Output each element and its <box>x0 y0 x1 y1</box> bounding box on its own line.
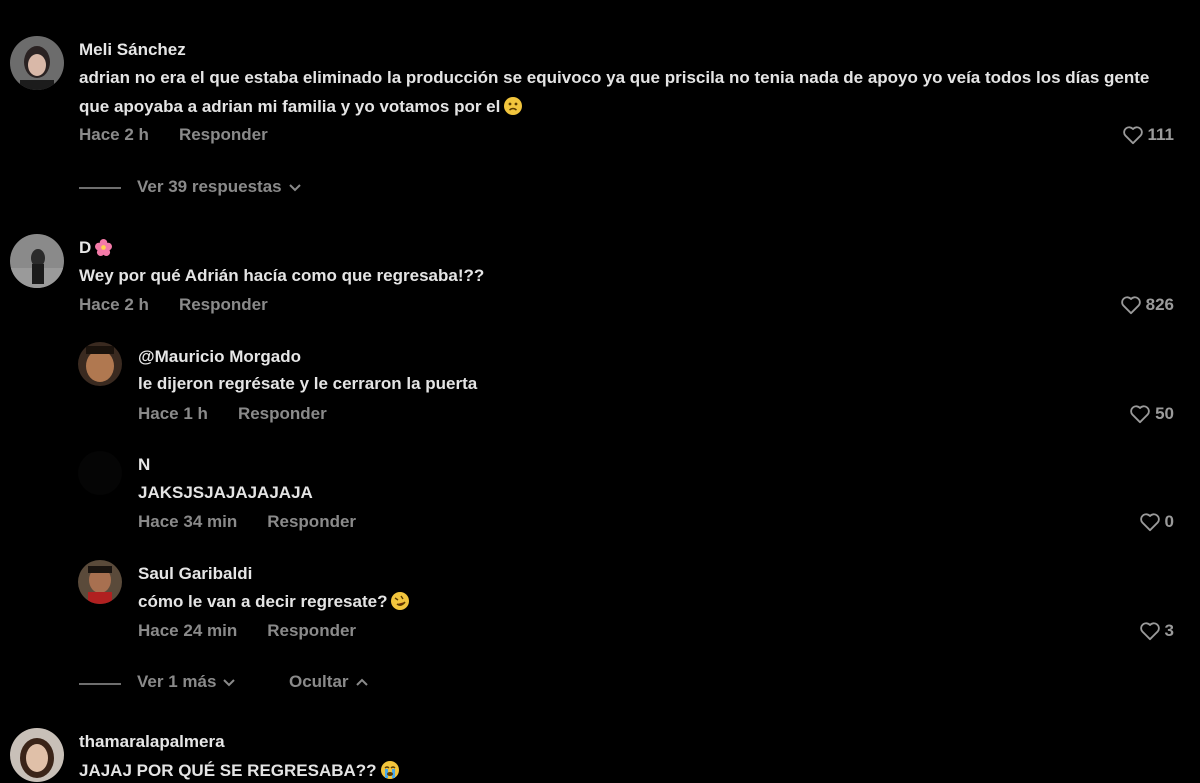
heart-icon <box>1120 296 1141 315</box>
like-button[interactable]: 0 <box>1139 512 1174 532</box>
reply-text-body: cómo le van a decir regresate? <box>138 592 388 611</box>
comment-username-text: D <box>79 238 92 257</box>
thread-divider <box>79 187 121 189</box>
like-button[interactable]: 111 <box>1122 125 1175 145</box>
comment-username[interactable]: D <box>79 238 113 258</box>
heart-icon <box>1122 126 1143 145</box>
comment-text: Wey por qué Adrián hacía como que regres… <box>79 266 485 285</box>
like-count: 111 <box>1147 125 1175 144</box>
heart-icon <box>1130 405 1150 424</box>
view-more-label: Ver 1 más <box>137 672 217 691</box>
view-replies-button[interactable]: Ver 39 respuestas <box>137 177 302 197</box>
reply-time: Hace 34 min <box>138 512 238 531</box>
reply-text: cómo le van a decir regresate? <box>138 587 1138 616</box>
comment-text: JAJAJ POR QUÉ SE REGRESABA?? <box>79 756 1179 783</box>
avatar[interactable] <box>10 728 64 782</box>
reply-meta: Hace 1 h Responder <box>138 404 327 424</box>
hide-replies-button[interactable]: Ocultar <box>289 672 369 692</box>
reply-button[interactable]: Responder <box>267 512 356 532</box>
reply-button[interactable]: Responder <box>179 295 268 315</box>
like-button[interactable]: 3 <box>1139 621 1174 641</box>
comment-meta: Hace 2 h Responder <box>79 295 268 315</box>
comment-text-body: JAJAJ POR QUÉ SE REGRESABA?? <box>79 761 377 780</box>
like-count: 50 <box>1155 404 1174 423</box>
reply-meta: Hace 24 min Responder <box>138 621 356 641</box>
chevron-down-icon <box>288 184 301 192</box>
comment-username[interactable]: Meli Sánchez <box>79 40 186 60</box>
reply-button[interactable]: Responder <box>179 125 268 145</box>
reply-username[interactable]: Saul Garibaldi <box>138 564 252 584</box>
reply-time: Hace 1 h <box>138 404 208 423</box>
comment-meta: Hace 2 h Responder <box>79 125 268 145</box>
reply-button[interactable]: Responder <box>238 404 327 424</box>
like-button[interactable]: 50 <box>1129 404 1174 424</box>
heart-icon <box>1139 622 1160 641</box>
comment-text-body: adrian no era el que estaba eliminado la… <box>79 68 1150 116</box>
flower-emoji-icon <box>95 239 113 256</box>
avatar[interactable] <box>78 451 122 495</box>
like-button[interactable]: 826 <box>1120 295 1174 315</box>
hide-label: Ocultar <box>289 672 349 691</box>
reply-button[interactable]: Responder <box>267 621 356 641</box>
view-more-replies-button[interactable]: Ver 1 más <box>137 672 236 692</box>
reply-text: JAKSJSJAJAJAJAJA <box>138 483 313 502</box>
chevron-down-icon <box>223 679 236 687</box>
reply-meta: Hace 34 min Responder <box>138 512 356 532</box>
comment-time: Hace 2 h <box>79 125 149 144</box>
comment-time: Hace 2 h <box>79 295 149 314</box>
avatar[interactable] <box>10 234 64 288</box>
avatar[interactable] <box>10 36 64 90</box>
like-count: 3 <box>1164 621 1174 640</box>
comments-panel: Meli Sánchez adrian no era el que estaba… <box>0 0 1200 783</box>
avatar[interactable] <box>78 342 122 386</box>
crying-face-emoji-icon <box>380 759 399 779</box>
reply-username[interactable]: N <box>138 455 150 475</box>
chevron-up-icon <box>355 678 368 686</box>
comment-text: adrian no era el que estaba eliminado la… <box>79 63 1179 121</box>
comment-username[interactable]: thamaralapalmera <box>79 732 225 752</box>
frowning-face-emoji-icon <box>504 95 523 115</box>
thread-divider <box>79 683 121 685</box>
like-count: 826 <box>1145 295 1174 314</box>
reply-text: le dijeron regrésate y le cerraron la pu… <box>138 374 478 393</box>
rolling-laughing-emoji-icon <box>391 590 410 610</box>
reply-time: Hace 24 min <box>138 621 238 640</box>
view-replies-label: Ver 39 respuestas <box>137 177 282 196</box>
like-count: 0 <box>1164 512 1174 531</box>
avatar[interactable] <box>78 560 122 604</box>
reply-username[interactable]: @Mauricio Morgado <box>138 347 301 367</box>
heart-icon <box>1139 513 1160 532</box>
